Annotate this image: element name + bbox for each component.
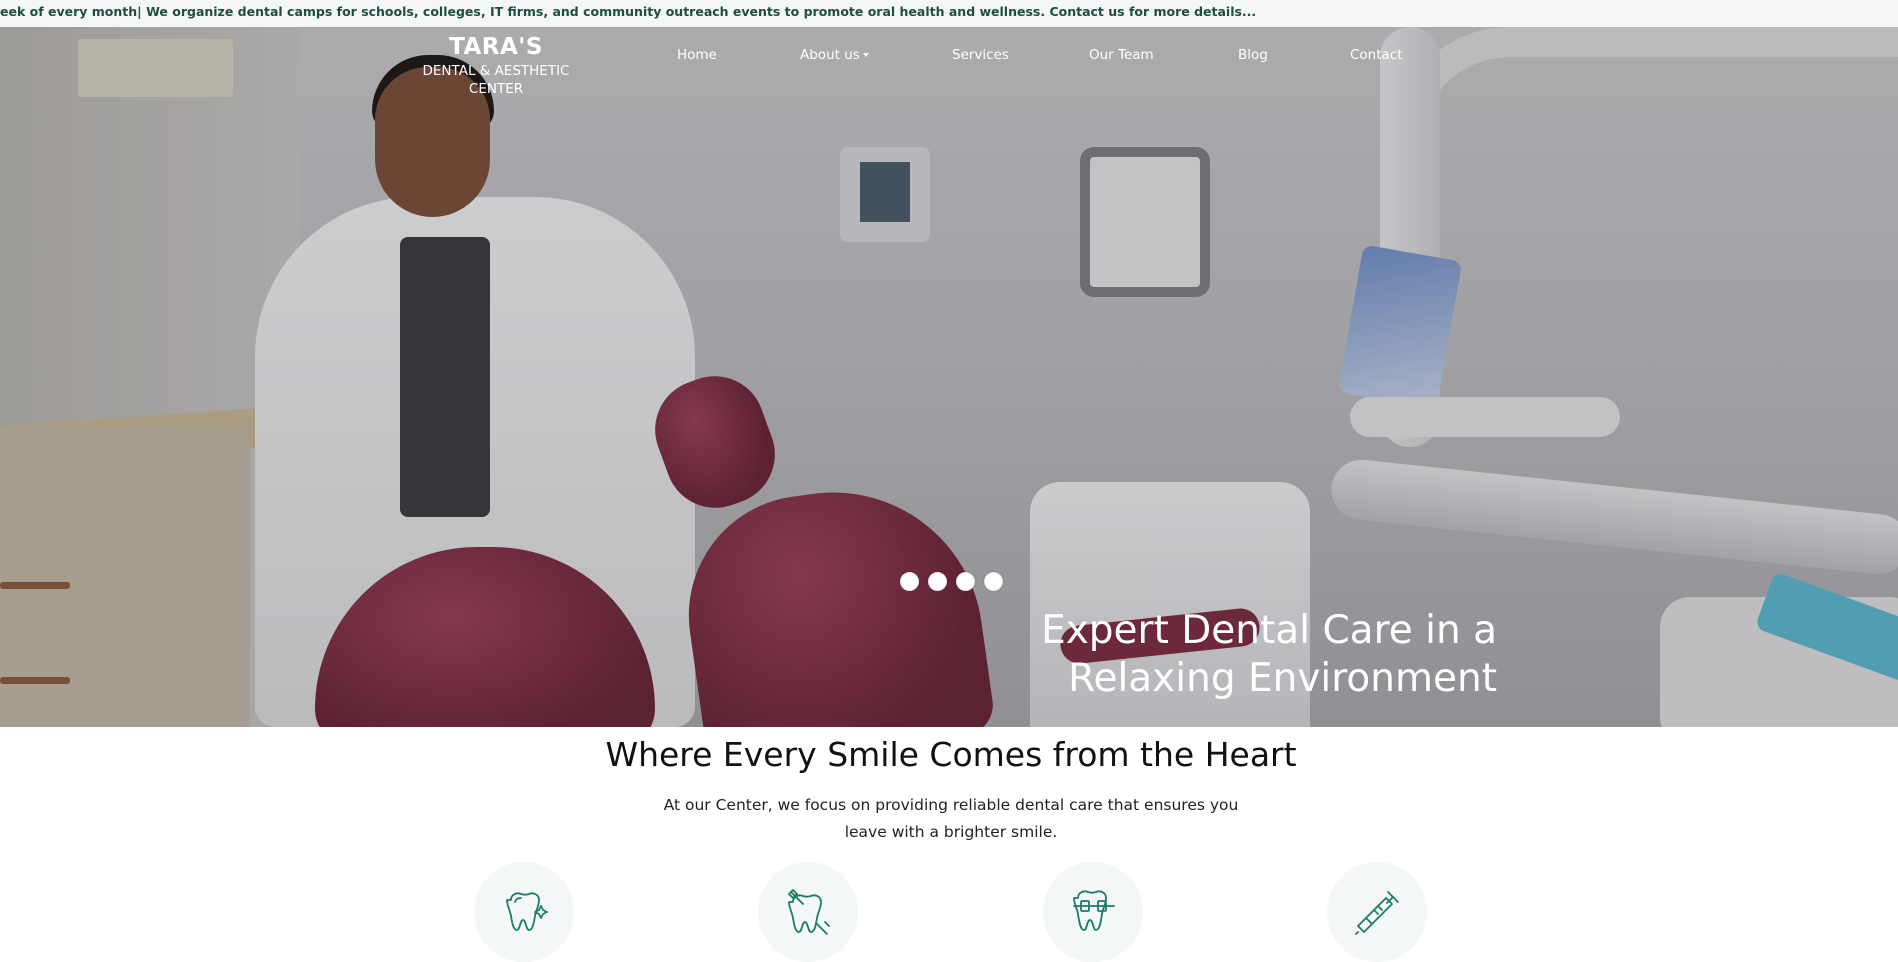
caret-down-icon <box>862 53 869 57</box>
feature-item-1[interactable] <box>474 862 574 962</box>
carousel-dot-2[interactable] <box>928 572 947 591</box>
logo-subtitle: DENTAL & AESTHETIC CENTER <box>422 63 570 97</box>
hero-overlay <box>0 27 1898 727</box>
site-logo[interactable]: TARA'S DENTAL & AESTHETIC CENTER <box>396 32 596 98</box>
tooth-with-brush-icon <box>788 889 830 935</box>
feature-item-2[interactable] <box>758 862 858 962</box>
nav-contact[interactable]: Contact <box>1350 47 1403 63</box>
syringe-icon <box>1355 891 1399 935</box>
nav-about-us-label: About us <box>800 47 860 63</box>
carousel-dot-1[interactable] <box>900 572 919 591</box>
nav-services[interactable]: Services <box>952 47 1009 63</box>
intro-title: Where Every Smile Comes from the Heart <box>605 735 1297 774</box>
announcement-ticker: eek of every month| We organize dental c… <box>0 0 1898 27</box>
hero-carousel <box>0 27 1898 727</box>
carousel-dot-3[interactable] <box>956 572 975 591</box>
sparkling-tooth-icon <box>506 892 548 931</box>
feature-item-4[interactable] <box>1327 862 1427 962</box>
logo-title: TARA'S <box>449 34 543 60</box>
hero-heading-line1: Expert Dental Care in a <box>1041 608 1497 653</box>
nav-our-team[interactable]: Our Team <box>1089 47 1154 63</box>
intro-text: At our Center, we focus on providing rel… <box>663 796 1239 841</box>
nav-home[interactable]: Home <box>677 47 717 63</box>
tooth-with-braces-icon <box>1073 890 1115 931</box>
carousel-dot-4[interactable] <box>984 572 1003 591</box>
hero-heading-line2: Relaxing Environment <box>1068 656 1497 701</box>
nav-blog[interactable]: Blog <box>1238 47 1268 63</box>
ticker-text: eek of every month| We organize dental c… <box>0 4 1257 19</box>
hero-heading: Expert Dental Care in a Relaxing Environ… <box>980 607 1497 703</box>
feature-item-3[interactable] <box>1043 862 1143 962</box>
nav-about-us[interactable]: About us <box>800 47 869 63</box>
